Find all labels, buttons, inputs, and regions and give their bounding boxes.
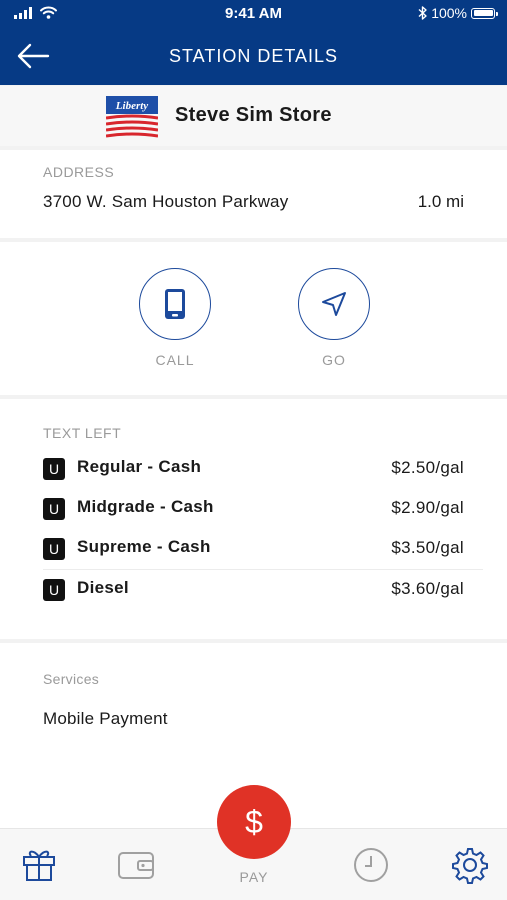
fuel-badge: U — [43, 579, 65, 601]
price-row-supreme: U Supreme - Cash $3.50/gal — [43, 535, 464, 563]
price-row-diesel: U Diesel $3.60/gal — [43, 576, 464, 604]
fuel-price: $3.50/gal — [391, 538, 464, 557]
store-name: Steve Sim Store — [175, 104, 332, 126]
fuel-badge: U — [43, 498, 65, 520]
call-circle[interactable] — [139, 268, 211, 340]
fuel-badge: U — [43, 458, 65, 480]
fuel-name: Midgrade - Cash — [77, 497, 214, 516]
service-item: Mobile Payment — [43, 709, 168, 728]
address-card: ADDRESS 3700 W. Sam Houston Parkway 1.0 … — [0, 150, 507, 238]
app-header: 9:41 AM 100% STATION DETAILS — [0, 0, 507, 85]
status-right: 100% — [418, 5, 498, 21]
logo-text: Liberty — [115, 100, 148, 112]
price-row-regular: U Regular - Cash $2.50/gal — [43, 455, 464, 483]
pay-button[interactable]: $ — [217, 785, 291, 859]
liberty-logo: Liberty — [105, 96, 159, 138]
call-label: CALL — [155, 352, 195, 368]
fuel-price: $2.90/gal — [391, 498, 464, 517]
services-label: Services — [43, 671, 100, 687]
fuel-name: Diesel — [77, 578, 129, 597]
price-row-midgrade: U Midgrade - Cash $2.90/gal — [43, 495, 464, 523]
go-circle[interactable] — [298, 268, 370, 340]
nav-wallet[interactable] — [116, 845, 156, 885]
bluetooth-icon — [418, 6, 427, 20]
phone-icon — [165, 289, 185, 319]
row-divider — [43, 569, 483, 570]
nav-settings[interactable] — [450, 845, 490, 885]
page-title: STATION DETAILS — [168, 46, 339, 66]
status-bar: 9:41 AM 100% — [0, 0, 507, 28]
fuel-name: Regular - Cash — [77, 457, 202, 476]
wallet-icon — [118, 852, 154, 879]
fuel-price: $3.60/gal — [391, 579, 464, 598]
nav-gift[interactable] — [19, 845, 59, 885]
store-row: Liberty Steve Sim Store — [0, 86, 507, 146]
go-label: GO — [322, 352, 346, 368]
nav-history[interactable] — [351, 845, 391, 885]
pay-symbol: $ — [245, 804, 263, 840]
address-label: ADDRESS — [43, 164, 115, 180]
gift-icon — [23, 850, 55, 881]
dollar-icon: $ — [245, 804, 263, 840]
clock-icon — [354, 848, 388, 882]
gear-icon — [452, 848, 488, 884]
go-button[interactable]: GO — [296, 268, 372, 368]
fuel-badge: U — [43, 538, 65, 560]
battery-percent: 100% — [431, 5, 467, 21]
navigation-icon — [322, 292, 346, 316]
fuel-name: Supreme - Cash — [77, 537, 211, 556]
call-button[interactable]: CALL — [137, 268, 213, 368]
battery-icon — [471, 7, 498, 19]
fuel-price: $2.50/gal — [391, 458, 464, 477]
distance-value: 1.0 mi — [417, 192, 464, 211]
prices-label: TEXT LEFT — [43, 425, 122, 441]
prices-card: TEXT LEFT U Regular - Cash $2.50/gal U M… — [0, 399, 507, 639]
pay-label: PAY — [239, 869, 269, 885]
actions-card: CALL GO — [0, 242, 507, 395]
address-value: 3700 W. Sam Houston Parkway — [43, 192, 289, 211]
